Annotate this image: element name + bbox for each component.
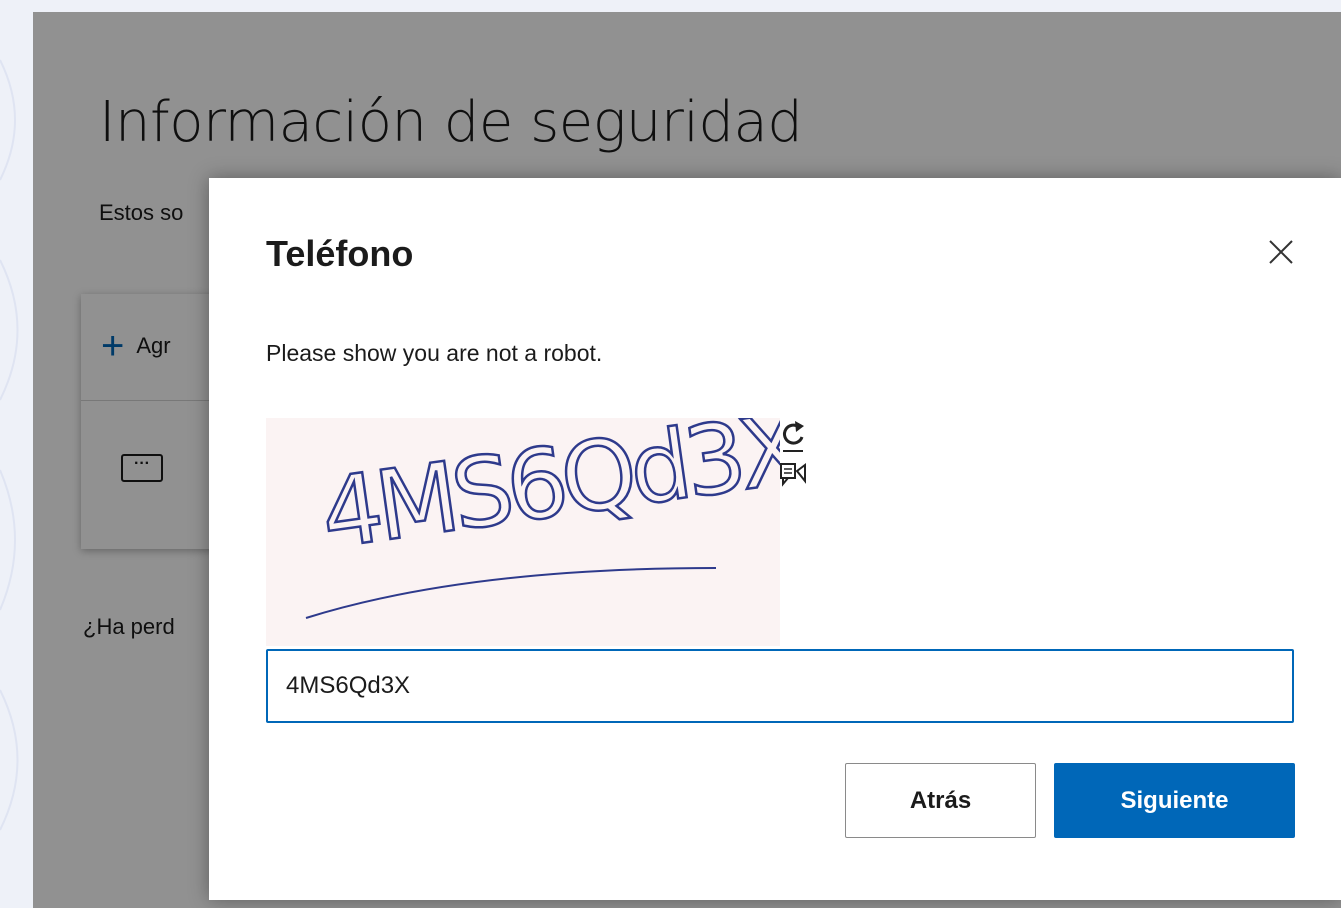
audio-captcha-button[interactable] <box>779 460 807 492</box>
dialog-title: Teléfono <box>266 233 414 274</box>
captcha-graphic: 4MS6Qd3X <box>305 391 811 619</box>
back-button[interactable]: Atrás <box>845 763 1036 838</box>
refresh-icon <box>783 421 804 452</box>
close-button[interactable] <box>1259 230 1303 274</box>
audio-captcha-icon <box>780 463 806 487</box>
phone-dialog: Teléfono Please show you are not a robot… <box>209 178 1341 900</box>
captcha-prompt: Please show you are not a robot. <box>266 340 603 366</box>
next-button[interactable]: Siguiente <box>1054 763 1295 838</box>
captcha-input[interactable] <box>266 649 1294 723</box>
refresh-captcha-button[interactable] <box>779 419 807 455</box>
captcha-line-1: 4MS6Qd3X <box>314 418 780 571</box>
close-icon <box>1269 240 1293 264</box>
captcha-image: 4MS6Qd3X <box>266 391 811 646</box>
